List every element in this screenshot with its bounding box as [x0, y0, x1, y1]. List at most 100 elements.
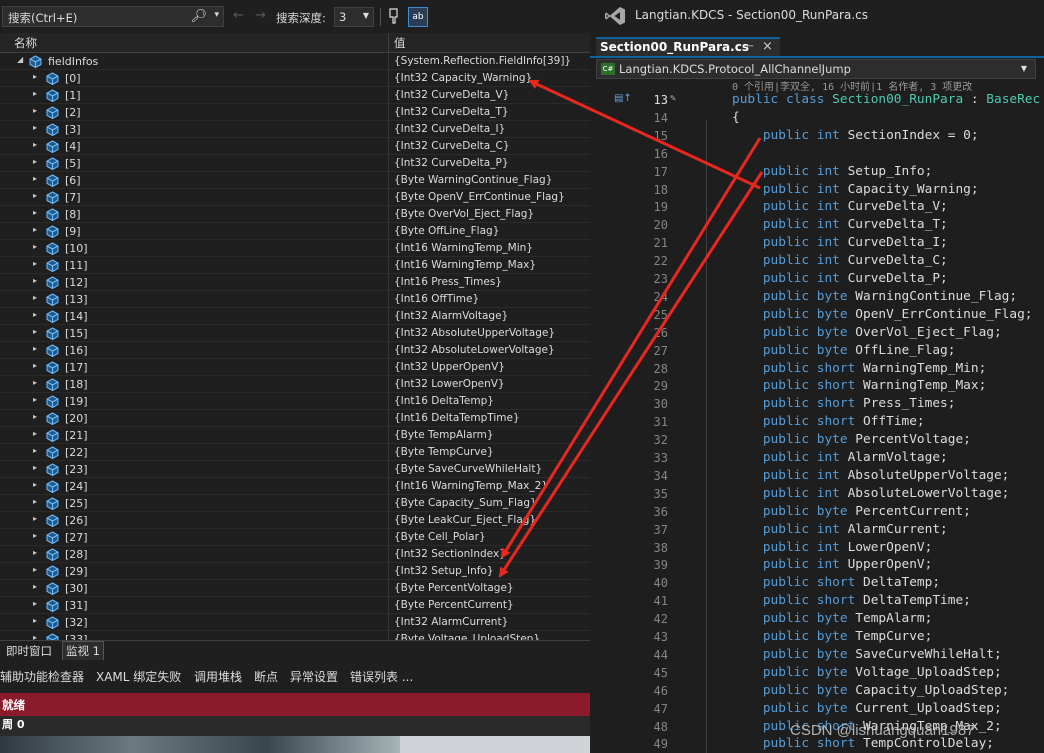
table-row[interactable]: ▸ [1] {Int32 CurveDelta_V} [0, 87, 590, 104]
table-row[interactable]: ▸ [9] {Byte OffLine_Flag} [0, 223, 590, 240]
table-row[interactable]: ▸ [8] {Byte OverVol_Eject_Flag} [0, 206, 590, 223]
code-line[interactable]: 26 public byte OverVol_Eject_Flag; [590, 325, 1044, 343]
tab-section00-runpara[interactable]: Section00_RunPara.cs − × [596, 37, 780, 56]
code-line[interactable]: 34 public int AbsoluteUpperVoltage; [590, 468, 1044, 486]
table-row[interactable]: ▸ [7] {Byte OpenV_ErrContinue_Flag} [0, 189, 590, 206]
code-line[interactable]: 22 public int CurveDelta_C; [590, 253, 1044, 271]
search-forward-icon[interactable]: → [255, 8, 266, 23]
expand-arrow-icon[interactable]: ▸ [33, 208, 37, 217]
expand-arrow-icon[interactable]: ▸ [33, 140, 37, 149]
table-row[interactable]: ▸ [15] {Int32 AbsoluteUpperVoltage} [0, 325, 590, 342]
table-row[interactable]: ▸ [30] {Byte PercentVoltage} [0, 580, 590, 597]
collapse-arrow-icon[interactable]: ◢ [17, 55, 23, 64]
table-row[interactable]: ▸ [18] {Int32 LowerOpenV} [0, 376, 590, 393]
search-depth-select[interactable]: 3 ▼ [334, 7, 374, 27]
expand-arrow-icon[interactable]: ▸ [33, 497, 37, 506]
table-row[interactable]: ▸ [13] {Int16 OffTime} [0, 291, 590, 308]
table-row[interactable]: ▸ [22] {Byte TempCurve} [0, 444, 590, 461]
search-options-dropdown-icon[interactable]: ▾ [214, 10, 219, 20]
tab-breakpoints[interactable]: 断点 [254, 668, 278, 685]
code-line[interactable]: 27 public byte OffLine_Flag; [590, 343, 1044, 361]
search-icon[interactable]: 🔎︎ [190, 9, 207, 24]
table-row[interactable]: ▸ [32] {Int32 AlarmCurrent} [0, 614, 590, 631]
code-line[interactable]: 45 public byte Voltage_UploadStep; [590, 665, 1044, 683]
code-line[interactable]: 21 public int CurveDelta_I; [590, 235, 1044, 253]
table-row[interactable]: ▸ [6] {Byte WarningContinue_Flag} [0, 172, 590, 189]
code-line[interactable]: 36 public byte PercentCurrent; [590, 504, 1044, 522]
table-row[interactable]: ▸ [10] {Int16 WarningTemp_Min} [0, 240, 590, 257]
code-line[interactable]: 29 public short WarningTemp_Max; [590, 378, 1044, 396]
tab-call-stack[interactable]: 调用堆栈 [194, 668, 242, 685]
code-line[interactable]: 25 public byte OpenV_ErrContinue_Flag; [590, 307, 1044, 325]
table-row[interactable]: ▸ [27] {Byte Cell_Polar} [0, 529, 590, 546]
table-row[interactable]: ▸ [17] {Int32 UpperOpenV} [0, 359, 590, 376]
expand-arrow-icon[interactable]: ▸ [33, 225, 37, 234]
tab-accessibility-checker[interactable]: 辅助功能检查器 [0, 668, 84, 685]
expand-arrow-icon[interactable]: ▸ [33, 72, 37, 81]
column-splitter[interactable] [388, 33, 389, 52]
table-row[interactable]: ▸ [0] {Int32 Capacity_Warning} [0, 70, 590, 87]
column-header-name[interactable]: 名称 [14, 35, 37, 51]
expand-arrow-icon[interactable]: ▸ [33, 276, 37, 285]
pin-icon[interactable] [387, 7, 401, 25]
expand-arrow-icon[interactable]: ▸ [33, 327, 37, 336]
expand-arrow-icon[interactable]: ▸ [33, 361, 37, 370]
code-line[interactable]: 44 public byte SaveCurveWhileHalt; [590, 647, 1044, 665]
table-row[interactable]: ▸ [25] {Byte Capacity_Sum_Flag} [0, 495, 590, 512]
tab-immediate-window[interactable]: 即时窗口 [6, 643, 52, 659]
tab-xaml-binding-failures[interactable]: XAML 绑定失败 [96, 668, 181, 685]
table-row[interactable]: ▸ [11] {Int16 WarningTemp_Max} [0, 257, 590, 274]
expand-arrow-icon[interactable]: ▸ [33, 463, 37, 472]
expand-arrow-icon[interactable]: ▸ [33, 310, 37, 319]
tab-exception-settings[interactable]: 异常设置 [290, 668, 338, 685]
table-row[interactable]: ▸ [23] {Byte SaveCurveWhileHalt} [0, 461, 590, 478]
table-row[interactable]: ▸ [21] {Byte TempAlarm} [0, 427, 590, 444]
table-row[interactable]: ▸ [24] {Int16 WarningTemp_Max_2} [0, 478, 590, 495]
code-line[interactable]: 17 public int Setup_Info; [590, 164, 1044, 182]
expand-arrow-icon[interactable]: ▸ [33, 446, 37, 455]
code-area[interactable]: 13 ✎ public class Section00_RunPara : Base… [590, 92, 1044, 753]
code-line[interactable]: 41 public short DeltaTempTime; [590, 593, 1044, 611]
expand-arrow-icon[interactable]: ▸ [33, 259, 37, 268]
table-row[interactable]: ▸ [20] {Int16 DeltaTempTime} [0, 410, 590, 427]
expand-arrow-icon[interactable]: ▸ [33, 157, 37, 166]
expand-arrow-icon[interactable]: ▸ [33, 174, 37, 183]
table-row[interactable]: ▸ [3] {Int32 CurveDelta_I} [0, 121, 590, 138]
expand-arrow-icon[interactable]: ▸ [33, 123, 37, 132]
table-row[interactable]: ▸ [29] {Int32 Setup_Info} [0, 563, 590, 580]
code-line[interactable]: 35 public int AbsoluteLowerVoltage; [590, 486, 1044, 504]
expand-arrow-icon[interactable]: ▸ [33, 412, 37, 421]
expand-arrow-icon[interactable]: ▸ [33, 344, 37, 353]
code-line[interactable]: 13 ✎ public class Section00_RunPara : Base… [590, 92, 1044, 110]
code-line[interactable]: 24 public byte WarningContinue_Flag; [590, 289, 1044, 307]
tab-pin-icon[interactable]: − [746, 41, 754, 52]
table-row-root[interactable]: ◢ fieldInfos {System.Reflection.FieldInf… [0, 53, 590, 70]
table-row[interactable]: ▸ [4] {Int32 CurveDelta_C} [0, 138, 590, 155]
code-line[interactable]: 14 { [590, 110, 1044, 128]
code-line[interactable]: 20 public int CurveDelta_T; [590, 217, 1044, 235]
close-icon[interactable]: × [762, 39, 773, 54]
code-line[interactable]: 46 public byte Capacity_UploadStep; [590, 683, 1044, 701]
expand-arrow-icon[interactable]: ▸ [33, 89, 37, 98]
table-row[interactable]: ▸ [2] {Int32 CurveDelta_T} [0, 104, 590, 121]
expand-arrow-icon[interactable]: ▸ [33, 565, 37, 574]
expand-arrow-icon[interactable]: ▸ [33, 582, 37, 591]
expand-arrow-icon[interactable]: ▸ [33, 242, 37, 251]
expand-arrow-icon[interactable]: ▸ [33, 293, 37, 302]
expand-arrow-icon[interactable]: ▸ [33, 480, 37, 489]
expand-arrow-icon[interactable]: ▸ [33, 191, 37, 200]
expand-arrow-icon[interactable]: ▸ [33, 106, 37, 115]
tab-watch-1[interactable]: 监视 1 [62, 641, 104, 661]
code-line[interactable]: 42 public byte TempAlarm; [590, 611, 1044, 629]
expand-arrow-icon[interactable]: ▸ [33, 599, 37, 608]
code-line[interactable]: 33 public int AlarmVoltage; [590, 450, 1044, 468]
table-row[interactable]: ▸ [16] {Int32 AbsoluteLowerVoltage} [0, 342, 590, 359]
table-row[interactable]: ▸ [28] {Int32 SectionIndex} [0, 546, 590, 563]
table-row[interactable]: ▸ [5] {Int32 CurveDelta_P} [0, 155, 590, 172]
table-row[interactable]: ▸ [14] {Int32 AlarmVoltage} [0, 308, 590, 325]
code-line[interactable]: 31 public short OffTime; [590, 414, 1044, 432]
expand-arrow-icon[interactable]: ▸ [33, 514, 37, 523]
table-row[interactable]: ▸ [26] {Byte LeakCur_Eject_Flag} [0, 512, 590, 529]
code-line[interactable]: 18 public int Capacity_Warning; [590, 182, 1044, 200]
expand-arrow-icon[interactable]: ▸ [33, 616, 37, 625]
